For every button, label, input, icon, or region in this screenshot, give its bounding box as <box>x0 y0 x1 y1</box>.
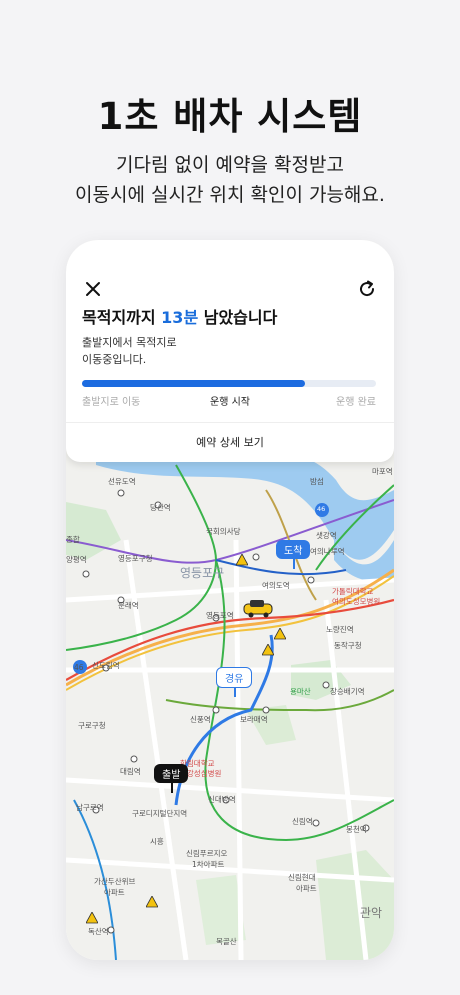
map-label-yeouido: 여의도역 <box>262 581 290 590</box>
map-label-sillim-hyundai: 신림현대 <box>288 873 316 882</box>
map-label-sindaebang: 신대방역 <box>208 795 236 804</box>
map-label-road46b: 46 <box>74 663 84 672</box>
title-suffix: 남았습니다 <box>198 308 278 327</box>
taxi-icon[interactable] <box>242 598 274 618</box>
trip-description-line-1: 출발지에서 목적지로 <box>82 336 177 349</box>
map-label-yongmasan: 용마산 <box>290 687 311 696</box>
map-label-gwanak: 관악 <box>360 906 383 920</box>
map-label-boramae: 보라매역 <box>240 715 268 724</box>
trip-progress-bar <box>82 380 376 387</box>
construction-icon <box>146 896 158 908</box>
map-label-guro-gucheong: 구로구청 <box>78 721 106 730</box>
map-label-jangseungbaegi: 장승배기역 <box>330 687 365 696</box>
step-trip-started: 운행 시작 <box>210 397 250 408</box>
departure-pin-label: 출발 <box>162 770 181 781</box>
map-label-seonyudo: 선유도역 <box>108 477 136 486</box>
map-label-sillim: 신림역 <box>292 817 313 826</box>
map-label-road46a: 46 <box>317 505 326 513</box>
map-label-noryangjin: 노량진역 <box>326 625 354 634</box>
phone-mockup: 밤섬 마포역 선유도역 당산역 국회의사당 샛강역 여의나루역 양평역 종합 영… <box>66 240 394 960</box>
waypoint-pin-label: 경유 <box>225 674 244 685</box>
title-prefix: 목적지까지 <box>82 308 162 327</box>
remaining-time-title: 목적지까지 13분 남았습니다 <box>82 304 277 328</box>
map-label-mokgolsan: 목골산 <box>216 937 237 946</box>
map-label-sindorim: 신도림역 <box>92 661 120 670</box>
map-label-assembly: 국회의사당 <box>206 527 241 536</box>
headline: 1초 배차 시스템 <box>97 95 363 138</box>
map-label-yeouido-stmary: 여의도성모병원 <box>332 597 381 606</box>
map-label-ydp-gucheong: 영등포구청 <box>118 554 153 563</box>
refresh-icon[interactable] <box>356 278 378 300</box>
map-label-mullae: 문래역 <box>118 601 139 610</box>
step-trip-complete: 운행 완료 <box>336 397 376 408</box>
arrival-pin-label: 도착 <box>284 546 303 557</box>
arrival-pin[interactable]: 도착 <box>276 540 311 569</box>
map-label-yeouinaru: 여의나루역 <box>310 547 345 556</box>
map-label-gasan: 가산두산위브 <box>94 877 136 886</box>
map-label-dongjak: 동작구청 <box>334 641 362 650</box>
subtitle-line-1: 기다림 없이 예약을 확정받고 <box>116 154 344 176</box>
map-label-mapo: 마포역 <box>372 467 393 476</box>
trip-description: 출발지에서 목적지로 이동중입니다. <box>82 334 282 368</box>
construction-icon <box>236 554 248 566</box>
map-label-sihung: 시흥 <box>150 837 164 846</box>
subtitle-line-2: 이동시에 실시간 위치 확인이 가능해요. <box>75 184 385 206</box>
close-icon[interactable] <box>82 278 104 300</box>
map-label-yeongdeungpo: 영등포구 <box>180 566 225 580</box>
construction-icon <box>262 644 274 656</box>
map-label-bongcheon: 봉천역 <box>346 825 367 834</box>
map-label-apt1: 1차아파트 <box>192 860 225 869</box>
trip-status-card: 목적지까지 13분 남았습니다 출발지에서 목적지로 이동중입니다. 출발지로 … <box>66 240 394 462</box>
reservation-detail-button[interactable]: 예약 상세 보기 <box>66 422 394 463</box>
map-label-yangpyeong: 양평역 <box>66 555 87 564</box>
map-label-bamseom: 밤섬 <box>310 477 324 486</box>
map-label-ydp-station: 영등포역 <box>206 611 234 620</box>
step-to-pickup: 출발지로 이동 <box>82 397 141 408</box>
waypoint-pin[interactable]: 경유 <box>216 667 253 697</box>
remaining-minutes: 13분 <box>161 308 199 327</box>
trip-description-line-2: 이동중입니다. <box>82 353 147 366</box>
map-label-saetgang: 샛강역 <box>316 531 337 540</box>
map-label-gurodigital: 구로디지털단지역 <box>132 809 188 818</box>
construction-icon <box>274 628 286 640</box>
map-label-sinpung: 신풍역 <box>190 715 211 724</box>
map-label-hwagok: 종합 <box>66 535 80 544</box>
map-label-namguro: 남구로역 <box>76 803 104 812</box>
map-label-doksan: 독산역 <box>88 927 109 936</box>
map-label-sinrim-pooreu: 신림푸르지오 <box>186 849 228 858</box>
trip-progress-fill <box>82 380 306 387</box>
construction-icon <box>86 912 98 924</box>
map-label-apt: 아파트 <box>296 884 317 893</box>
departure-pin[interactable]: 출발 <box>154 764 189 793</box>
map-label-gasan-apt: 아파트 <box>104 888 125 897</box>
map-label-dangsan: 당산역 <box>150 503 171 512</box>
map-label-daerim: 대림역 <box>120 767 141 776</box>
